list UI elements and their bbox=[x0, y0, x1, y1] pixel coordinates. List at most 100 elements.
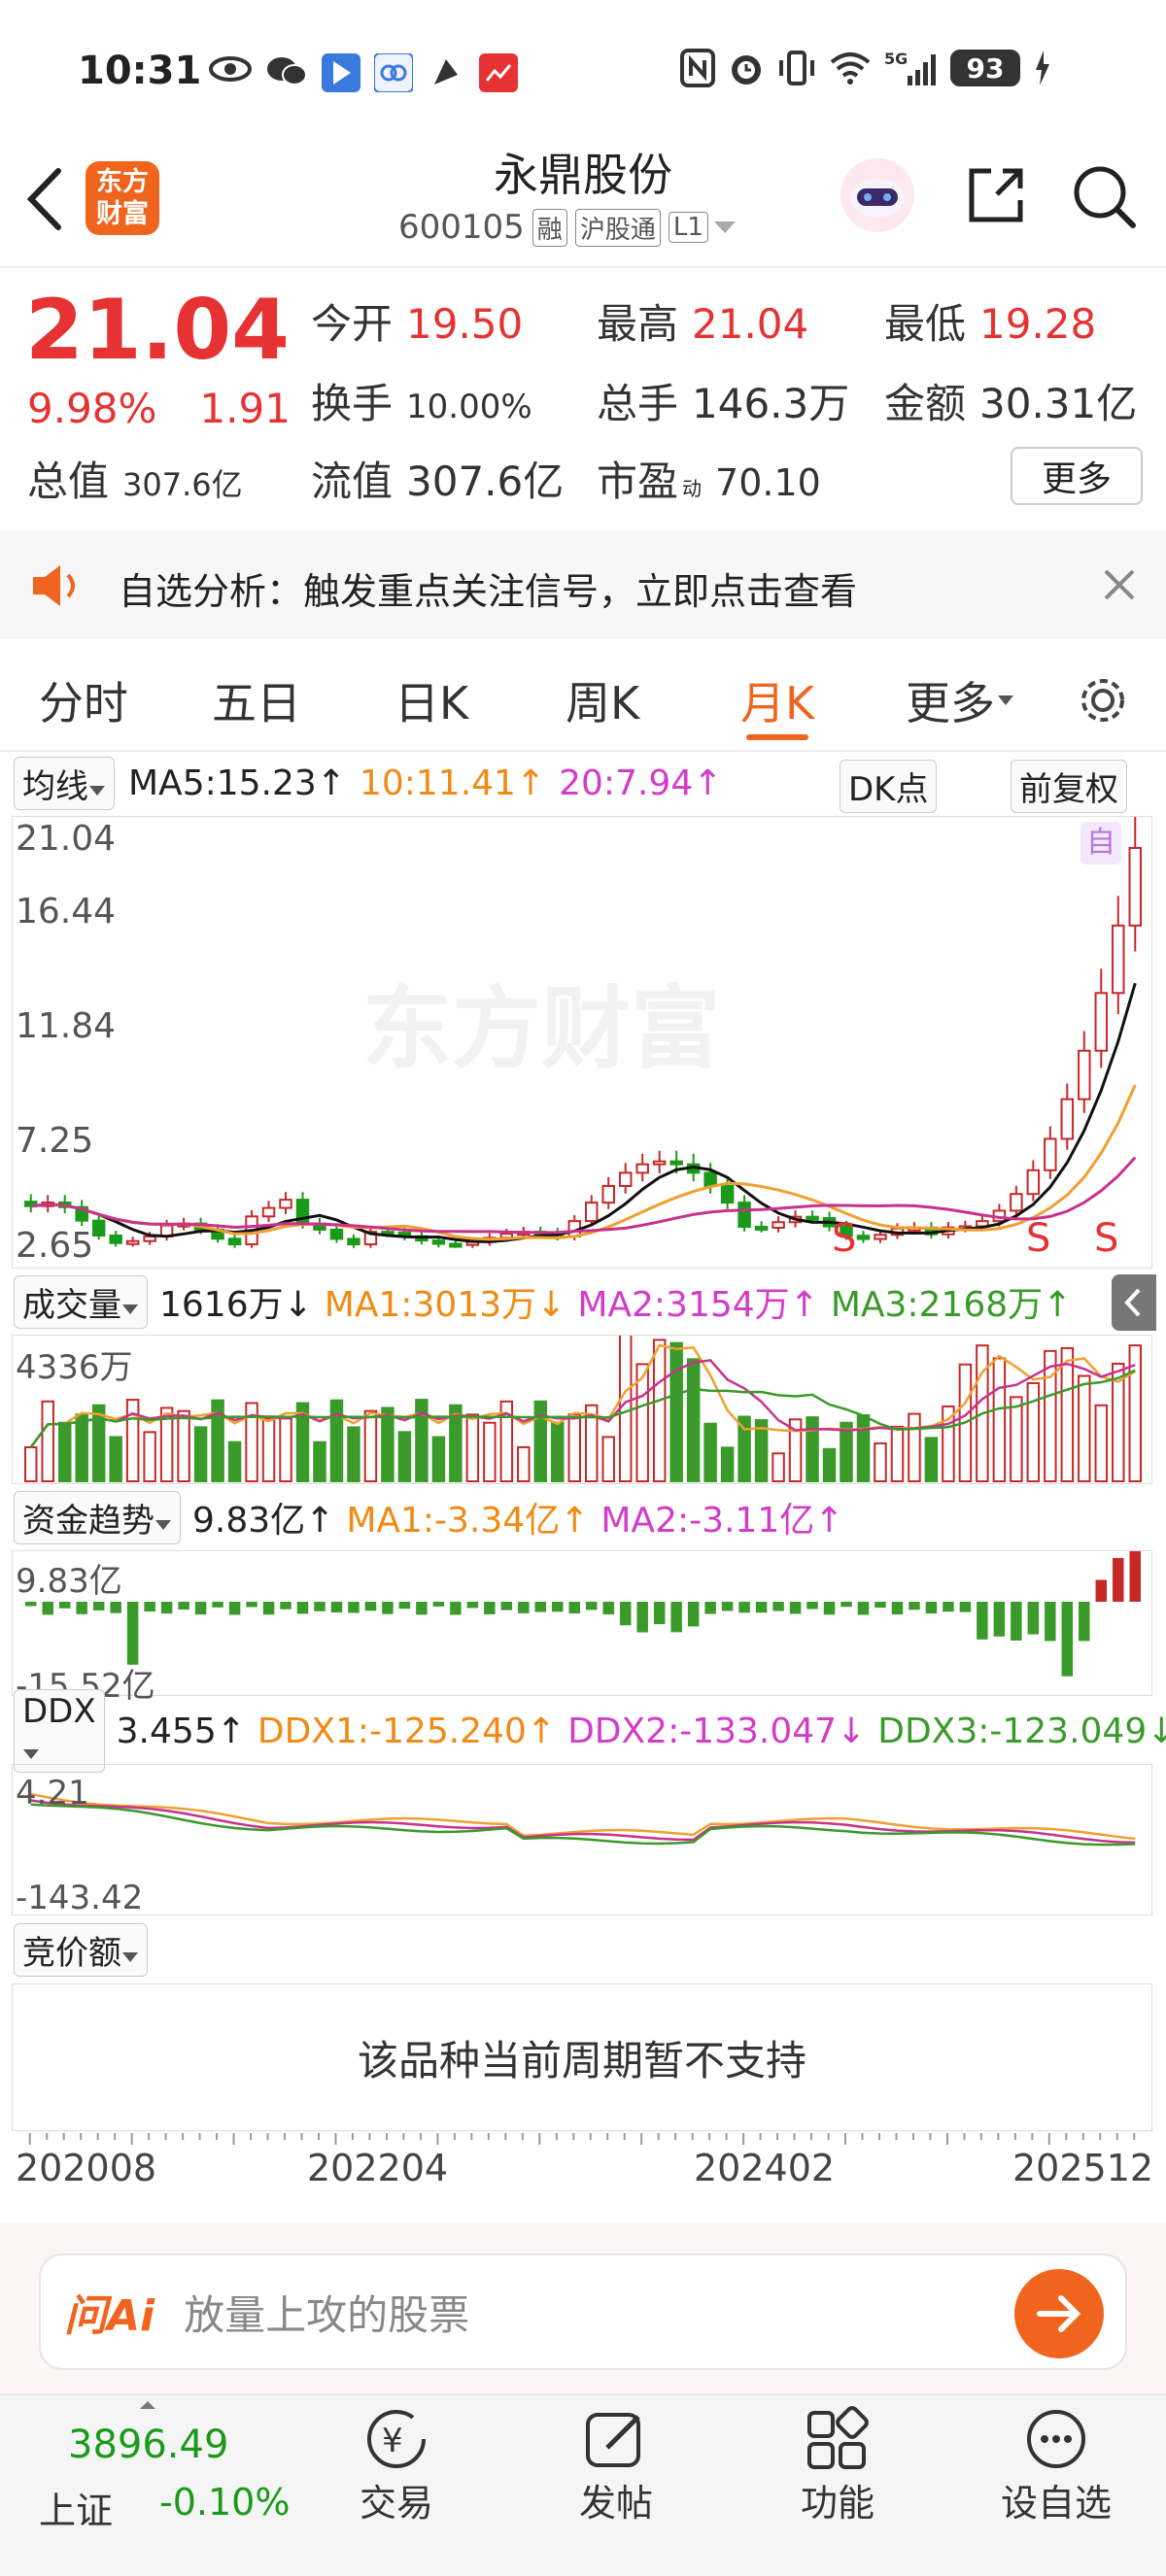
candle-body bbox=[1010, 1193, 1023, 1212]
sell-marker-3: S bbox=[1094, 1216, 1119, 1261]
fund-chart[interactable] bbox=[12, 1536, 1152, 1696]
ai-search-placeholder: 放量上攻的股票 bbox=[184, 2290, 470, 2339]
price-axis-bottom: 2.65 bbox=[16, 1226, 94, 1266]
fund-bar bbox=[330, 1602, 343, 1613]
high-value: 21.04 bbox=[692, 300, 809, 348]
volume-indicator-bar: 成交量 1616万↓ MA1:3013万↓ MA2:3154万↑ MA3:216… bbox=[14, 1274, 1072, 1329]
tag-hk-connect: 沪股通 bbox=[574, 208, 661, 247]
fund-bar bbox=[653, 1602, 666, 1625]
float-cap-label: 流值 bbox=[311, 458, 394, 505]
fund-bar bbox=[534, 1602, 547, 1612]
search-icon[interactable] bbox=[1069, 161, 1139, 231]
volume-chart[interactable] bbox=[12, 1331, 1152, 1484]
index-percent[interactable]: -0.10% bbox=[159, 2481, 290, 2524]
ma5-value: MA5:15.23↑ bbox=[128, 763, 346, 803]
nav-trade[interactable]: ¥ 交易 bbox=[360, 2405, 433, 2526]
volume-bar bbox=[279, 1417, 292, 1482]
volume-bar bbox=[109, 1436, 122, 1482]
fund-bar bbox=[721, 1602, 734, 1611]
fund-bar bbox=[552, 1602, 564, 1612]
fund-bar bbox=[466, 1602, 479, 1609]
fund-bar bbox=[704, 1602, 716, 1614]
ma-selector[interactable]: 均线 bbox=[14, 756, 115, 810]
volume-bar bbox=[329, 1399, 344, 1482]
candle-body bbox=[125, 1239, 140, 1245]
share-icon[interactable] bbox=[962, 161, 1030, 229]
volume-bar bbox=[517, 1445, 531, 1482]
more-quote-button[interactable]: 更多 bbox=[1011, 447, 1143, 505]
fund-bar bbox=[92, 1602, 105, 1610]
nav-add-watchlist[interactable]: 设自选 bbox=[1001, 2405, 1112, 2526]
ddx-selector-label: DDX bbox=[22, 1692, 96, 1731]
dk-point-button[interactable]: DK点 bbox=[840, 760, 938, 813]
fund-value: 9.83亿↑ bbox=[192, 1501, 335, 1541]
volume-selector-label: 成交量 bbox=[22, 1285, 121, 1325]
volume-bar bbox=[822, 1447, 837, 1482]
sell-marker-2: S bbox=[1026, 1216, 1051, 1261]
ddx-selector[interactable]: DDX bbox=[14, 1689, 105, 1773]
eye-icon bbox=[209, 56, 252, 82]
tab-daily-k[interactable]: 日K bbox=[394, 668, 468, 732]
tag-margin: 融 bbox=[532, 208, 567, 247]
candle-body bbox=[329, 1228, 344, 1240]
volume-bar bbox=[1044, 1349, 1057, 1483]
candle-body bbox=[91, 1219, 106, 1237]
battery-level: 93 bbox=[966, 51, 1005, 85]
volume-selector[interactable]: 成交量 bbox=[14, 1274, 148, 1329]
volume-bar bbox=[431, 1436, 446, 1482]
volume-bar bbox=[908, 1412, 921, 1482]
change-percent: 9.98% bbox=[27, 385, 157, 432]
tab-weekly-k[interactable]: 周K bbox=[566, 668, 639, 732]
ai-submit-button[interactable] bbox=[1014, 2269, 1104, 2358]
nav-add-watchlist-label: 设自选 bbox=[1001, 2482, 1113, 2525]
open-label: 今开 bbox=[311, 300, 394, 348]
tab-intraday[interactable]: 分时 bbox=[39, 668, 128, 732]
collapse-panel-button[interactable] bbox=[1112, 1274, 1156, 1331]
caret-down-icon[interactable] bbox=[712, 218, 737, 237]
tabs-divider bbox=[0, 750, 1166, 752]
nav-post[interactable]: 发帖 bbox=[579, 2405, 653, 2526]
status-time: 10:31 bbox=[78, 49, 202, 93]
volume-bar bbox=[874, 1441, 887, 1482]
ai-search-box[interactable]: 问Ai 放量上攻的股票 bbox=[39, 2254, 1127, 2370]
kline-chart[interactable]: 东方财富 bbox=[12, 812, 1152, 1269]
auction-selector-label: 竞价额 bbox=[22, 1934, 121, 1973]
tab-more[interactable]: 更多 bbox=[906, 668, 1016, 732]
fund-selector[interactable]: 资金趋势 bbox=[14, 1490, 181, 1544]
close-icon[interactable] bbox=[1100, 565, 1139, 604]
market-cap-label: 总值 bbox=[27, 458, 110, 505]
ma20-line bbox=[30, 1156, 1137, 1235]
settings-gear-icon[interactable] bbox=[1075, 672, 1131, 729]
x-axis-label-1: 202008 bbox=[16, 2147, 157, 2189]
price-axis-2: 16.44 bbox=[16, 892, 117, 932]
ddx-axis-top: 4.21 bbox=[16, 1774, 89, 1813]
ddx3: DDX3:-123.049↓ bbox=[877, 1711, 1166, 1751]
fund-bar bbox=[959, 1602, 972, 1612]
index-value[interactable]: 3896.49 bbox=[68, 2423, 228, 2467]
volume-bar bbox=[942, 1405, 955, 1482]
tab-five-day[interactable]: 五日 bbox=[212, 668, 301, 732]
fund-bar bbox=[1045, 1602, 1056, 1642]
vol-ma2: MA2:3154万↑ bbox=[577, 1285, 819, 1325]
index-name[interactable]: 上证 bbox=[39, 2481, 113, 2534]
volume-bar bbox=[193, 1426, 208, 1482]
tag-level: L1 bbox=[668, 212, 708, 243]
notice-text[interactable]: 自选分析：触发重点关注信号，立即点击查看 bbox=[119, 561, 857, 615]
tab-monthly-k[interactable]: 月K bbox=[740, 668, 814, 732]
x-axis-label-4: 202512 bbox=[1012, 2147, 1154, 2189]
ddx-chart[interactable] bbox=[12, 1764, 1152, 1915]
fund-bar bbox=[280, 1602, 292, 1610]
signal-5g-icon: 5G bbox=[884, 50, 936, 85]
ai-robot-avatar[interactable] bbox=[838, 155, 917, 235]
fund-selector-label: 资金趋势 bbox=[22, 1501, 154, 1541]
fund-bar bbox=[1095, 1579, 1108, 1602]
candle-body bbox=[669, 1160, 683, 1166]
adjust-mode-button[interactable]: 前复权 bbox=[1011, 760, 1127, 813]
fund-bar bbox=[76, 1602, 87, 1614]
fund-bar bbox=[772, 1602, 784, 1611]
volume-bar bbox=[533, 1400, 548, 1482]
fund-bar bbox=[925, 1602, 938, 1614]
volume-label: 总手 bbox=[597, 380, 679, 427]
auction-selector[interactable]: 竞价额 bbox=[14, 1923, 148, 1977]
nav-features[interactable]: 功能 bbox=[801, 2405, 874, 2526]
